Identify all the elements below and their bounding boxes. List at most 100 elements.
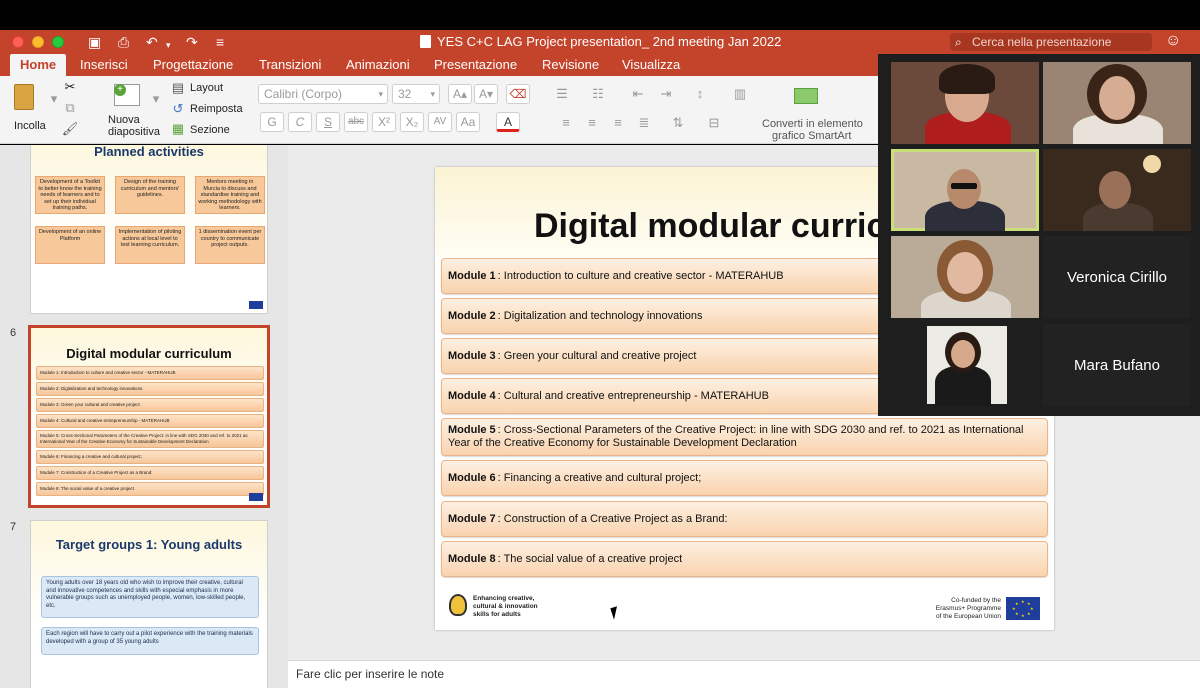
change-case-button[interactable]: Aa [456, 112, 480, 132]
decrease-font-button[interactable]: A▾ [474, 84, 498, 104]
thumb-logo [37, 492, 77, 501]
close-window-button[interactable] [12, 36, 24, 48]
slide-thumbnail-6[interactable]: Digital modular curriculum Module 1: Int… [28, 325, 270, 508]
increase-indent-icon[interactable]: ⇥ [656, 85, 676, 103]
thumb-box: Development of an online Platform [35, 226, 105, 264]
thumb-box: Design of the training curriculum and me… [115, 176, 185, 214]
thumb-footer [37, 492, 263, 502]
thumb-row: Module 4: Cultural and creative entrepre… [36, 414, 264, 428]
text-direction-icon[interactable]: ⇅ [668, 114, 688, 132]
clear-format-button[interactable]: ⌫ [506, 84, 530, 104]
participant-video-7[interactable] [891, 324, 1039, 406]
customize-toolbar-icon[interactable]: ≡ [216, 33, 224, 51]
thumb-row: Module 7: Construction of a Creative Pro… [36, 466, 264, 480]
line-spacing-icon[interactable]: ↕ [690, 85, 710, 103]
module-label: Module 8 [448, 552, 496, 565]
undo-icon[interactable]: ↶ [146, 33, 158, 51]
redo-icon[interactable]: ↷ [186, 33, 198, 51]
superscript-button[interactable]: X² [372, 112, 396, 132]
project-logo-text: Enhancing creative, cultural & innovatio… [473, 595, 538, 618]
participant-tile-veronica[interactable]: Veronica Cirillo [1043, 236, 1191, 318]
align-center-icon[interactable]: ≡ [582, 114, 602, 132]
top-black-bar [0, 0, 1200, 30]
cut-icon[interactable]: ✂ [60, 78, 80, 96]
module-6-box[interactable]: Module 6: Financing a creative and cultu… [441, 460, 1048, 496]
subscript-button[interactable]: X₂ [400, 112, 424, 132]
tab-inserisci[interactable]: Inserisci [80, 57, 128, 72]
module-text: : Cultural and creative entrepreneurship… [497, 389, 769, 402]
align-text-icon[interactable]: ⊟ [704, 114, 724, 132]
video-call-panel: Veronica Cirillo Mara Bufano [878, 54, 1200, 416]
underline-button[interactable]: S [316, 112, 340, 132]
tab-progettazione[interactable]: Progettazione [153, 57, 233, 72]
columns-icon[interactable]: ▥ [730, 85, 750, 103]
paste-label: Incolla [14, 120, 46, 132]
tab-transizioni[interactable]: Transizioni [259, 57, 321, 72]
thumb-box: 1 dissemination event per country to com… [195, 226, 265, 264]
decrease-indent-icon[interactable]: ⇤ [628, 85, 648, 103]
participant-video-4[interactable] [1043, 149, 1191, 231]
bold-button[interactable]: G [260, 112, 284, 132]
document-title-text: YES C+C LAG Project presentation_ 2nd me… [437, 34, 782, 49]
participant-video-2[interactable] [1043, 62, 1191, 144]
module-7-box[interactable]: Module 7: Construction of a Creative Pro… [441, 501, 1048, 537]
new-slide-button[interactable]: + Nuova diapositiva [100, 80, 160, 140]
thumb-box: Development of a Toolkit to better know … [35, 176, 105, 214]
smartart-label-2: grafico SmartArt [772, 130, 852, 142]
strikethrough-button[interactable]: abc [344, 112, 368, 132]
module-5-box[interactable]: Module 5: Cross-Sectional Parameters of … [441, 418, 1048, 456]
slide-thumbnail-7[interactable]: Target groups 1: Young adults Young adul… [30, 520, 268, 688]
format-painter-icon[interactable]: 🖌 [60, 120, 80, 138]
increase-font-button[interactable]: A▴ [448, 84, 472, 104]
justify-icon[interactable]: ≣ [634, 114, 654, 132]
module-text: : Digitalization and technology innovati… [497, 309, 703, 322]
tab-visualizza[interactable]: Visualizza [622, 57, 680, 72]
participant-video-3[interactable] [891, 149, 1039, 231]
smartart-button[interactable]: Converti in elemento grafico SmartArt [760, 80, 870, 142]
save-icon[interactable]: ⎙ [118, 33, 129, 51]
participant-video-5[interactable] [891, 236, 1039, 318]
slide-number-6: 6 [10, 327, 17, 339]
copy-icon[interactable]: ⧉ [60, 99, 80, 117]
search-icon: ⌕ [955, 35, 962, 49]
section-button[interactable]: Sezione [190, 124, 230, 136]
module-text: : Financing a creative and cultural proj… [497, 471, 702, 484]
numbering-icon[interactable]: ☷ [588, 85, 608, 103]
thumb-row: Module 3: Green your cultural and creati… [36, 398, 264, 412]
module-8-box[interactable]: Module 8: The social value of a creative… [441, 541, 1048, 577]
search-input[interactable]: ⌕ Cerca nella presentazione [950, 33, 1152, 51]
reset-button[interactable]: Reimposta [190, 103, 243, 115]
tab-animazioni[interactable]: Animazioni [346, 57, 410, 72]
module-label: Module 7 [448, 512, 496, 525]
participant-video-1[interactable] [891, 62, 1039, 144]
tab-home[interactable]: Home [10, 54, 67, 76]
notes-pane[interactable]: Fare clic per inserire le note [288, 660, 1200, 688]
feedback-smiley-icon[interactable]: ☺ [1165, 32, 1181, 50]
font-color-button[interactable]: A [496, 112, 520, 132]
undo-dropdown-icon[interactable]: ▾ [166, 36, 171, 54]
tab-presentazione[interactable]: Presentazione [434, 57, 517, 72]
character-spacing-button[interactable]: AV [428, 112, 452, 132]
minimize-window-button[interactable] [32, 36, 44, 48]
tab-revisione[interactable]: Revisione [542, 57, 599, 72]
module-label: Module 6 [448, 471, 496, 484]
eu-flag-icon [249, 493, 263, 501]
module-text: : Green your cultural and creative proje… [497, 349, 697, 362]
new-slide-dropdown-icon[interactable]: ▾ [146, 90, 166, 108]
font-size-select[interactable]: 32 ▾ [392, 84, 440, 104]
align-right-icon[interactable]: ≡ [608, 114, 628, 132]
video-frame [927, 326, 1007, 406]
participant-tile-mara[interactable]: Mara Bufano [1043, 324, 1191, 406]
sidebar-toggle-icon[interactable]: ▣ [88, 33, 101, 51]
person-head [947, 169, 981, 209]
thumb-row: Module 5: Cross-Sectional Parameters of … [36, 430, 264, 448]
font-name-select[interactable]: Calibri (Corpo) ▾ [258, 84, 388, 104]
layout-button[interactable]: Layout [190, 82, 223, 94]
bullets-icon[interactable]: ☰ [552, 85, 572, 103]
align-left-icon[interactable]: ≡ [556, 114, 576, 132]
module-label: Module 5 [448, 424, 496, 436]
thumb-logo [37, 300, 77, 309]
maximize-window-button[interactable] [52, 36, 64, 48]
slide-thumbnail-5[interactable]: Planned activities Development of a Tool… [30, 145, 268, 314]
italic-button[interactable]: C [288, 112, 312, 132]
